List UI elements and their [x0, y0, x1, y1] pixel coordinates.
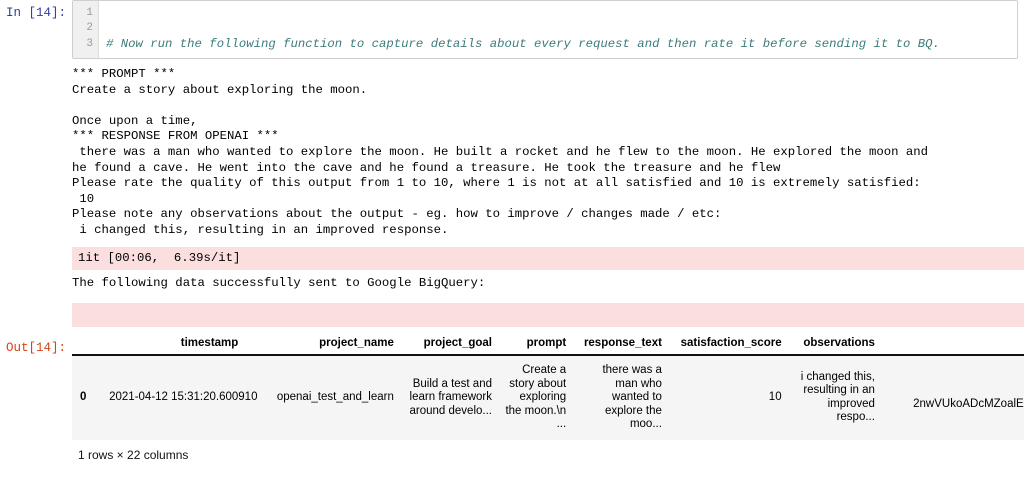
dataframe-shape-note: 1 rows × 22 columns: [78, 447, 189, 462]
dataframe-body: 0 2021-04-12 15:31:20.600910 openai_test…: [72, 355, 1024, 440]
output-gutter-spacer: [0, 303, 72, 324]
column-header-project-name[interactable]: project_name: [244, 337, 400, 357]
dataframe-header: timestamp project_name project_goal prom…: [72, 337, 1024, 357]
cell-response-text: there was a man who wanted to explore th…: [572, 355, 668, 440]
stderr-blank-wrapper: [72, 303, 1024, 328]
stdout-bigquery-text: The following data successfully sent to …: [72, 276, 486, 291]
column-header-response-text[interactable]: response_text: [572, 337, 668, 357]
stderr-progress-cell: 1it [00:06, 6.39s/it]: [0, 246, 1024, 271]
output-gutter-spacer: [0, 276, 72, 297]
output-prompt-label: Out[14]:: [5, 341, 66, 356]
stderr-progress-wrapper: 1it [00:06, 6.39s/it]: [72, 246, 1024, 271]
dataframe-output-cell: Out[14]: timestamp project_name project_…: [0, 335, 1024, 440]
output-gutter-spacer: [0, 67, 72, 88]
column-header-project-goal[interactable]: project_goal: [399, 337, 498, 357]
column-header-response-id[interactable]: response_id: [880, 337, 1024, 357]
stdout-text: *** PROMPT *** Create a story about expl…: [72, 67, 929, 237]
notebook-container: In [14]: 1 2 3 # Now run the following f…: [0, 0, 1024, 462]
code-text-area[interactable]: # Now run the following function to capt…: [99, 1, 1017, 58]
line-number: 2: [86, 22, 93, 35]
stderr-progress-text: 1it [00:06, 6.39s/it]: [72, 246, 1024, 271]
code-comment: # Now run the following function to capt…: [106, 36, 940, 51]
column-header-prompt[interactable]: prompt: [498, 337, 573, 357]
dataframe-table: timestamp project_name project_goal prom…: [72, 337, 1024, 440]
column-header-index[interactable]: [72, 337, 104, 357]
cell-project-name: openai_test_and_learn: [244, 355, 400, 440]
stderr-blank-text: [72, 303, 1024, 328]
code-cell[interactable]: 1 2 3 # Now run the following function t…: [72, 0, 1018, 59]
stdout-bigquery-wrapper: The following data successfully sent to …: [72, 276, 1024, 292]
column-header-timestamp[interactable]: timestamp: [103, 337, 245, 357]
column-header-satisfaction-score[interactable]: satisfaction_score: [667, 337, 788, 357]
input-prompt-label: In [14]:: [5, 6, 66, 20]
cell-project-goal: Build a test and learn framework around …: [399, 355, 498, 440]
code-line: # Now run the following function to capt…: [106, 37, 1017, 52]
cell-response-id: cmpl-2nwVUkoADcMZoalEbLkvShIj8EwIG: [880, 355, 1024, 440]
dataframe-scroll-region[interactable]: timestamp project_name project_goal prom…: [72, 335, 1024, 440]
cell-observations: i changed this, resulting in an improved…: [787, 355, 881, 440]
output-gutter-spacer: [0, 247, 72, 268]
cell-prompt: Create a story about exploring the moon.…: [498, 355, 573, 440]
table-header-row: timestamp project_name project_goal prom…: [72, 337, 1024, 357]
column-header-observations[interactable]: observations: [787, 337, 881, 357]
table-row[interactable]: 0 2021-04-12 15:31:20.600910 openai_test…: [72, 355, 1024, 440]
stdout-output-cell: *** PROMPT *** Create a story about expl…: [0, 67, 1024, 239]
line-number: 1: [86, 7, 93, 19]
code-editor-wrapper[interactable]: 1 2 3 # Now run the following function t…: [72, 0, 1024, 59]
stderr-blank-cell: [0, 303, 1024, 328]
cell-satisfaction-score: 10: [667, 355, 788, 440]
stdout-bigquery-cell: The following data successfully sent to …: [0, 276, 1024, 297]
row-index: 0: [72, 355, 104, 440]
line-number: 3: [86, 37, 93, 50]
cell-timestamp: 2021-04-12 15:31:20.600910: [103, 355, 257, 440]
line-number-gutter: 1 2 3: [73, 1, 99, 58]
input-cell[interactable]: In [14]: 1 2 3 # Now run the following f…: [0, 0, 1024, 59]
stdout-wrapper: *** PROMPT *** Create a story about expl…: [72, 67, 1024, 239]
